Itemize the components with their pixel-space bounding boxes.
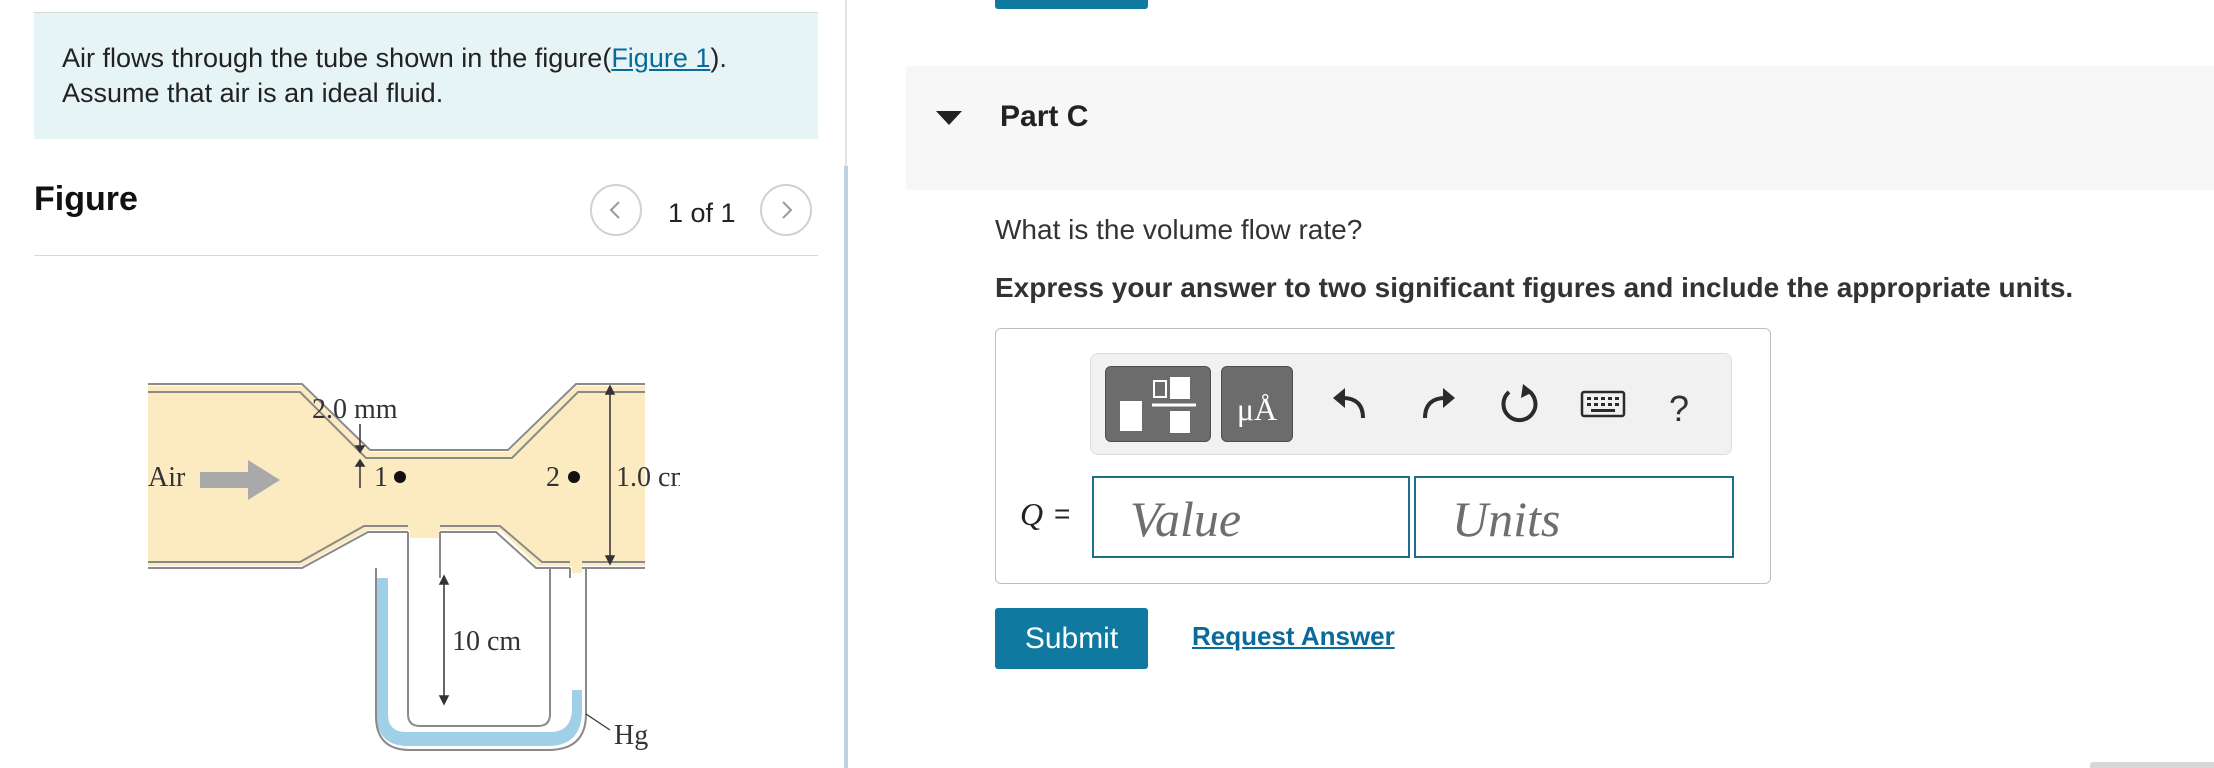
undo-icon[interactable] [1329, 382, 1373, 426]
keyboard-icon[interactable] [1579, 382, 1627, 426]
wide-width-label: 1.0 cm [616, 462, 680, 493]
figure-link[interactable]: Figure 1 [611, 43, 710, 73]
point-1-label: 1 [374, 462, 388, 493]
intro-assumption: Assume that air is an ideal fluid. [62, 78, 444, 108]
previous-submit-button[interactable] [995, 0, 1148, 9]
previous-figure-button[interactable] [590, 184, 642, 236]
problem-intro: Air flows through the tube shown in the … [34, 13, 818, 139]
equals-sign: = [1054, 498, 1071, 529]
question-text: What is the volume flow rate? [995, 214, 1363, 245]
next-figure-button[interactable] [760, 184, 812, 236]
figure-pane: Air flows through the tube shown in the … [0, 0, 845, 768]
units-button-label: μÅ [1236, 391, 1278, 427]
units-input[interactable] [1414, 476, 1734, 558]
part-header[interactable]: Part C [906, 66, 2214, 190]
math-toolbar: μÅ ? [1090, 353, 1732, 455]
templates-icon [1120, 377, 1196, 433]
narrow-width-label: 2.0 mm [312, 394, 398, 425]
variable-label: Q [1020, 496, 1044, 532]
intro-text: Air flows through the tube shown in the … [62, 43, 612, 73]
horizontal-scrollbar[interactable] [2090, 762, 2214, 768]
height-difference-label: 10 cm [452, 626, 521, 657]
collapse-caret-icon[interactable] [936, 111, 962, 125]
redo-icon[interactable] [1415, 382, 1459, 426]
point-2-marker [568, 471, 580, 483]
submit-button[interactable]: Submit [995, 608, 1148, 669]
instruction-text: Express your answer to two significant f… [995, 272, 2074, 303]
scrollbar-thumb[interactable] [844, 166, 848, 768]
divider [34, 255, 818, 256]
chevron-right-icon [782, 201, 793, 219]
help-button[interactable]: ? [1669, 388, 1689, 430]
figure-page-indicator: 1 of 1 [668, 198, 736, 228]
units-button[interactable]: μÅ [1221, 366, 1293, 442]
venturi-tube-figure: Air 2.0 mm 1 2 1.0 cm 10 cm Hg [148, 383, 680, 751]
air-label: Air [148, 462, 186, 493]
request-answer-link[interactable]: Request Answer [1192, 621, 1395, 652]
point-1-marker [394, 471, 406, 483]
point-2-label: 2 [546, 462, 560, 493]
value-input[interactable] [1092, 476, 1410, 558]
chevron-left-icon [609, 201, 620, 219]
intro-text-end: ). [710, 43, 727, 73]
mercury-label: Hg [614, 720, 648, 751]
part-title: Part C [1000, 100, 1089, 133]
templates-button[interactable] [1105, 366, 1211, 442]
reset-icon[interactable] [1497, 382, 1541, 426]
figure-title: Figure [34, 180, 138, 218]
mercury-region [376, 578, 582, 746]
mercury-pointer [585, 713, 611, 731]
